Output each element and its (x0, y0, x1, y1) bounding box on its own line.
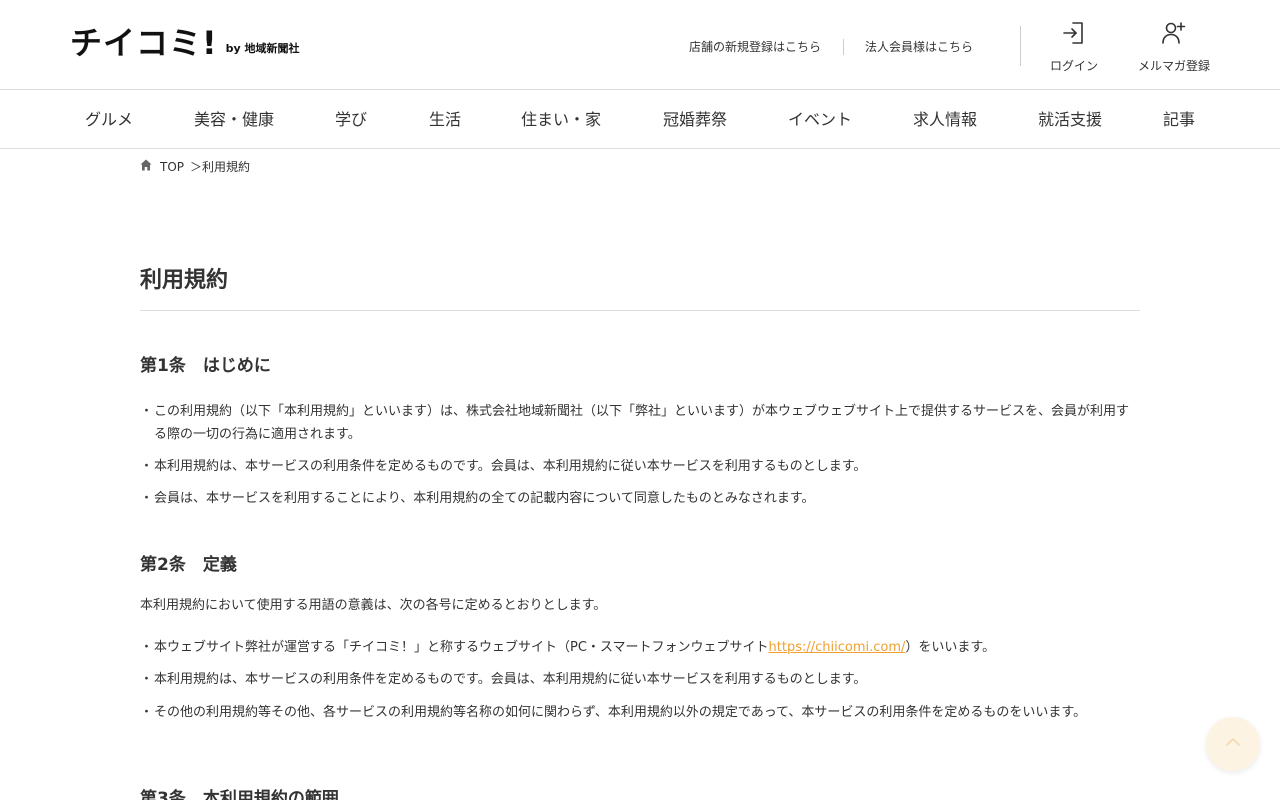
nav-item-job-hunting[interactable]: 就活支援 (1038, 110, 1102, 130)
chevron-up-icon (1224, 733, 1242, 755)
newsletter-label: メルマガ登録 (1137, 59, 1210, 73)
breadcrumb-current: ＞利用規約 (190, 160, 251, 174)
nav-item-learning[interactable]: 学び (335, 110, 367, 130)
logo-sub-text: by 地域新聞社 (225, 42, 300, 55)
logo-main-text: チイコミ! (70, 24, 218, 62)
article-1-heading: 第1条 はじめに (140, 356, 271, 376)
nav-item-life[interactable]: 生活 (429, 110, 461, 130)
title-divider (140, 310, 1140, 311)
article-2-bullet: 本利用規約は、本サービスの利用条件を定めるものです。会員は、本利用規約に従い本サ… (140, 668, 1140, 691)
newsletter-signup-button[interactable]: メルマガ登録 (1134, 20, 1214, 73)
article-1-bullet: この利用規約（以下「本利用規約」といいます）は、株式会社地域新聞社（以下「弊社」… (140, 400, 1140, 446)
login-button[interactable]: ログイン (1040, 20, 1108, 73)
article-2-intro: 本利用規約において使用する用語の意義は、次の各号に定めるとおりとします。 (140, 598, 607, 613)
nav-item-events[interactable]: イベント (788, 110, 852, 130)
home-icon (140, 159, 160, 174)
store-register-link[interactable]: 店舗の新規登録はこちら (689, 40, 821, 54)
nav-item-jobs[interactable]: 求人情報 (913, 110, 977, 130)
article-3-heading: 第3条 本利用規約の範囲 (140, 789, 339, 800)
bullet-text: 本ウェブサイト弊社が運営する「チイコミ！」と称するウェブサイト（PC・スマートフ… (154, 640, 769, 655)
site-logo[interactable]: チイコミ! by 地域新聞社 (70, 24, 299, 62)
article-1-bullet: 本利用規約は、本サービスの利用条件を定めるものです。会員は、本利用規約に従い本サ… (140, 455, 1140, 478)
scroll-to-top-button[interactable] (1206, 717, 1260, 771)
nav-item-housing[interactable]: 住まい・家 (521, 110, 601, 130)
article-2-bullet: その他の利用規約等その他、各サービスの利用規約等名称の如何に関わらず、本利用規約… (140, 701, 1140, 724)
page-title: 利用規約 (140, 268, 229, 293)
nav-item-ceremonies[interactable]: 冠婚葬祭 (663, 110, 727, 130)
nav-item-gourmet[interactable]: グルメ (85, 110, 133, 130)
breadcrumb-top-link[interactable]: TOP (160, 160, 184, 174)
nav-item-articles[interactable]: 記事 (1163, 110, 1195, 130)
login-icon (1061, 20, 1087, 50)
user-add-icon (1161, 20, 1187, 50)
breadcrumb: TOP ＞利用規約 (140, 158, 250, 175)
corporate-member-link[interactable]: 法人会員様はこちら (865, 40, 973, 54)
article-2-heading: 第2条 定義 (140, 555, 237, 575)
bullet-text: ）をいいます。 (905, 640, 996, 655)
header-divider (843, 39, 844, 55)
article-1-bullet: 会員は、本サービスを利用することにより、本利用規約の全ての記載内容について同意し… (140, 487, 1140, 510)
nav-item-beauty-health[interactable]: 美容・健康 (194, 110, 274, 130)
article-2-bullet: 本ウェブサイト弊社が運営する「チイコミ！」と称するウェブサイト（PC・スマートフ… (140, 636, 1140, 659)
global-nav: グルメ 美容・健康 学び 生活 住まい・家 冠婚葬祭 イベント 求人情報 就活支… (0, 90, 1280, 149)
login-label: ログイン (1049, 59, 1098, 73)
header-divider (1020, 26, 1021, 66)
site-header: チイコミ! by 地域新聞社 店舗の新規登録はこちら 法人会員様はこちら ログイ… (0, 0, 1280, 90)
site-url-link[interactable]: https://chiicomi.com/ (769, 640, 906, 655)
